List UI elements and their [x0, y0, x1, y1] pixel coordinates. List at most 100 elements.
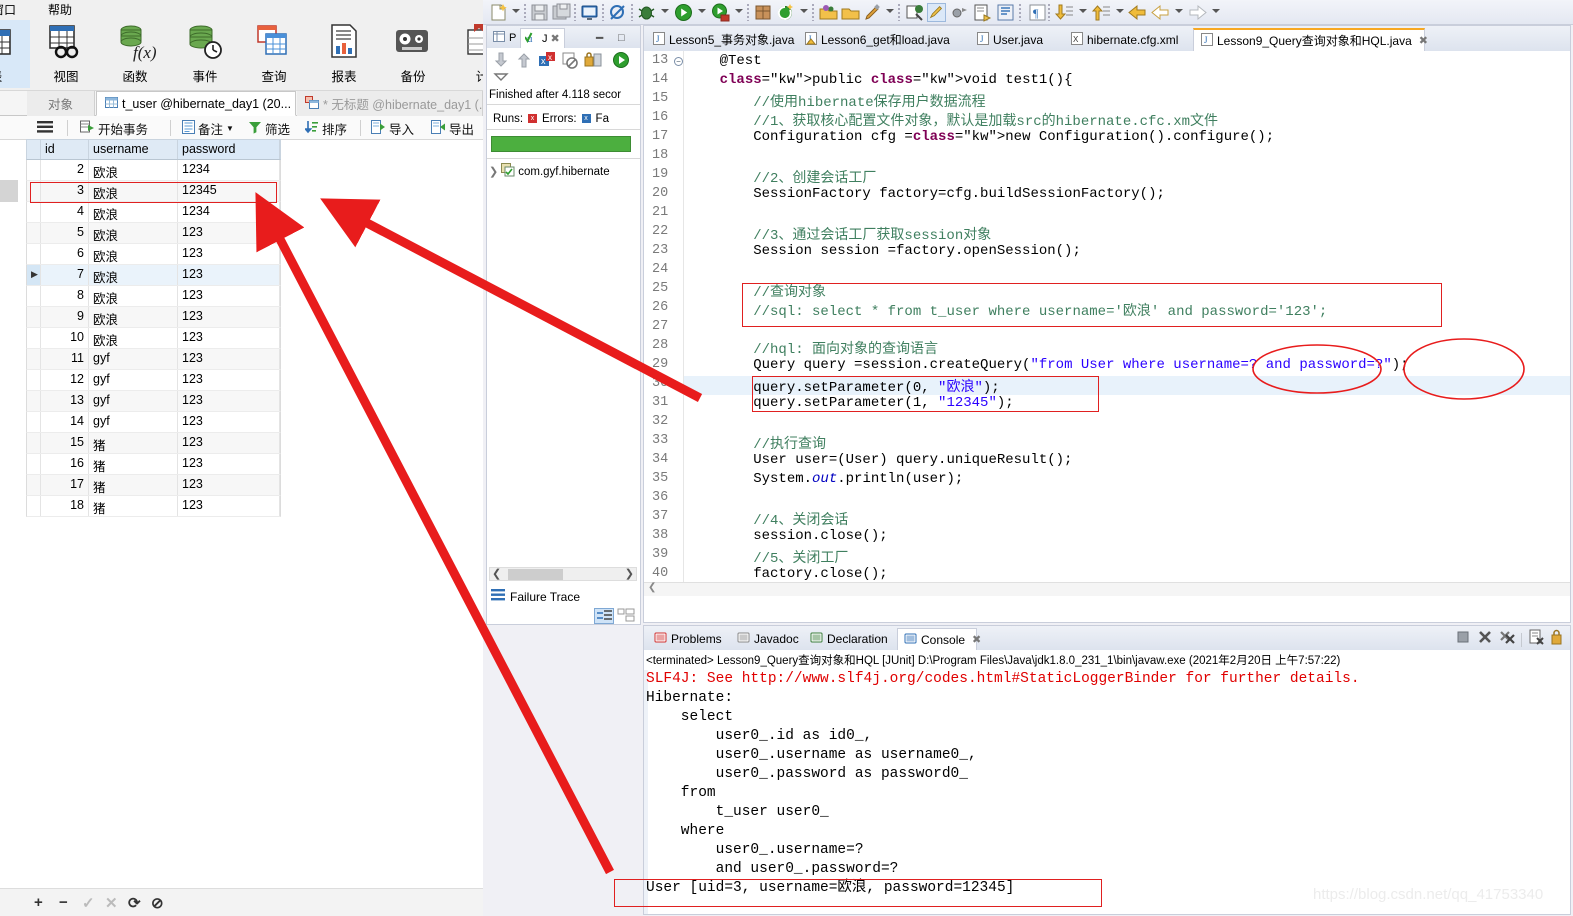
- cell-password[interactable]: 123: [178, 265, 280, 285]
- grid-header-username[interactable]: username: [89, 140, 178, 159]
- cell-password[interactable]: 123: [178, 475, 280, 495]
- console-tab-declaration[interactable]: Declaration: [804, 628, 894, 650]
- table-row[interactable]: 8 欧浪 123: [26, 286, 281, 307]
- console-tab-javadoc[interactable]: Javadoc: [731, 628, 801, 650]
- previous-member-icon[interactable]: [1091, 3, 1111, 22]
- cell-username[interactable]: 猪: [89, 496, 178, 516]
- cell-username[interactable]: 欧浪: [89, 286, 178, 306]
- prev-failure-icon[interactable]: [515, 51, 533, 69]
- cell-id[interactable]: 5: [41, 223, 89, 243]
- table-row[interactable]: 6 欧浪 123: [26, 244, 281, 265]
- search-icon[interactable]: [863, 3, 882, 22]
- grid-header-password[interactable]: password: [178, 140, 280, 159]
- rerun-icon[interactable]: [612, 51, 630, 69]
- back-icon[interactable]: [1128, 3, 1147, 22]
- editor-horizontal-scrollbar[interactable]: ❮: [644, 582, 1570, 596]
- table-row[interactable]: 11 gyf 123: [26, 349, 281, 370]
- table-row[interactable]: 9 欧浪 123: [26, 307, 281, 328]
- data-grid[interactable]: id username password 2 欧浪 1234 3 欧浪 12345 4 欧浪 1…: [26, 139, 281, 517]
- cell-id[interactable]: 17: [41, 475, 89, 495]
- table-row[interactable]: 17 猪 123: [26, 475, 281, 496]
- refresh-button[interactable]: ⟳: [128, 894, 141, 912]
- next-member-dropdown-icon[interactable]: [1079, 9, 1087, 13]
- import-button[interactable]: 导入: [371, 119, 414, 137]
- tab-package-explorer[interactable]: P: [489, 28, 520, 48]
- run-dropdown-icon[interactable]: [698, 9, 706, 13]
- cell-id[interactable]: 11: [41, 349, 89, 369]
- save-icon[interactable]: [530, 3, 549, 22]
- chevron-right-icon[interactable]: ❯: [489, 165, 498, 178]
- cell-username[interactable]: 欧浪: [89, 160, 178, 180]
- add-record-button[interactable]: +: [34, 894, 43, 911]
- navicat-tab-untitled-query[interactable]: * 无标题 @hibernate_day1 (..: [297, 91, 483, 116]
- new-class-dropdown-icon[interactable]: [800, 9, 808, 13]
- cell-id[interactable]: 2: [41, 160, 89, 180]
- tab-junit[interactable]: u J ✖: [520, 28, 565, 48]
- cell-username[interactable]: gyf: [89, 391, 178, 411]
- close-icon[interactable]: ✖: [551, 32, 560, 45]
- toolbar-item-backup[interactable]: 备份: [379, 20, 447, 88]
- table-row[interactable]: ▶ 7 欧浪 123: [26, 265, 281, 286]
- clear-console-icon[interactable]: [1528, 629, 1544, 650]
- editor-tab-0[interactable]: J Lesson5_事务对象.java: [646, 28, 794, 51]
- chevron-down-icon[interactable]: ▼: [226, 124, 234, 133]
- cell-id[interactable]: 7: [41, 265, 89, 285]
- external-tools-dropdown-icon[interactable]: [735, 9, 743, 13]
- cell-id[interactable]: 3: [41, 181, 89, 201]
- begin-transaction-button[interactable]: 开始事务: [80, 119, 148, 137]
- cell-id[interactable]: 15: [41, 433, 89, 453]
- forward-dropdown-icon[interactable]: [1212, 9, 1220, 13]
- previous-edit-icon[interactable]: [973, 3, 992, 22]
- stop-icon[interactable]: [561, 51, 579, 69]
- cell-id[interactable]: 12: [41, 370, 89, 390]
- remove-launch-icon[interactable]: [1477, 629, 1493, 650]
- cell-username[interactable]: 欧浪: [89, 223, 178, 243]
- scroll-left-icon[interactable]: ❮: [492, 567, 501, 580]
- junit-tree-node[interactable]: ❯ com.gyf.hibernate: [487, 159, 640, 184]
- navicat-tab-t-user[interactable]: t_user @hibernate_day1 (20...: [96, 91, 296, 116]
- table-row[interactable]: 13 gyf 123: [26, 391, 281, 412]
- grid-header-id[interactable]: id: [41, 140, 89, 159]
- editor-tab-4[interactable]: J Lesson9_Query查询对象和HQL.java ✖: [1193, 28, 1428, 51]
- new-wizard-icon[interactable]: [489, 3, 508, 22]
- scroll-left-icon[interactable]: ❮: [648, 582, 656, 593]
- cell-password[interactable]: 123: [178, 391, 280, 411]
- cell-password[interactable]: 123: [178, 307, 280, 327]
- junit-maximize-button[interactable]: □: [614, 28, 629, 48]
- cell-id[interactable]: 9: [41, 307, 89, 327]
- table-row[interactable]: 16 猪 123: [26, 454, 281, 475]
- back-dropdown-icon[interactable]: [1175, 9, 1183, 13]
- cell-password[interactable]: 123: [178, 496, 280, 516]
- failure-trace-compare-icon[interactable]: [617, 608, 637, 624]
- link-with-editor-icon[interactable]: [905, 3, 924, 22]
- show-whitespace-icon[interactable]: ¶: [1028, 3, 1047, 22]
- debug-dropdown-icon[interactable]: [661, 9, 669, 13]
- toolbar-item-report[interactable]: 报表: [310, 20, 378, 88]
- fold-marker-icon[interactable]: −: [674, 57, 683, 66]
- cell-username[interactable]: 欧浪: [89, 202, 178, 222]
- note-button[interactable]: 备注 ▼: [182, 119, 234, 137]
- cell-id[interactable]: 6: [41, 244, 89, 264]
- search-dropdown-icon[interactable]: [886, 9, 894, 13]
- table-row[interactable]: 15 猪 123: [26, 433, 281, 454]
- toolbar-item-query[interactable]: 查询: [240, 20, 308, 88]
- close-icon[interactable]: ✖: [1419, 34, 1428, 47]
- junit-minimize-button[interactable]: ━: [592, 28, 607, 48]
- cell-password[interactable]: 123: [178, 454, 280, 474]
- junit-horizontal-scrollbar[interactable]: ❮ ❯: [489, 567, 637, 581]
- table-row[interactable]: 14 gyf 123: [26, 412, 281, 433]
- editor-tab-1[interactable]: J Lesson6_get和load.java: [798, 28, 966, 51]
- cell-id[interactable]: 10: [41, 328, 89, 348]
- cell-id[interactable]: 8: [41, 286, 89, 306]
- open-task-icon[interactable]: [841, 3, 860, 22]
- table-row[interactable]: 2 欧浪 1234: [26, 160, 281, 181]
- open-type-icon[interactable]: [819, 3, 838, 22]
- toolbar-item-schedule[interactable]: 计: [448, 20, 483, 88]
- debug-icon[interactable]: [637, 3, 656, 22]
- cell-username[interactable]: 欧浪: [89, 244, 178, 264]
- filter-button[interactable]: 筛选: [248, 119, 290, 137]
- cell-password[interactable]: 123: [178, 328, 280, 348]
- grid-menu-button[interactable]: [36, 119, 54, 137]
- table-row[interactable]: 10 欧浪 123: [26, 328, 281, 349]
- new-java-project-icon[interactable]: [754, 3, 773, 22]
